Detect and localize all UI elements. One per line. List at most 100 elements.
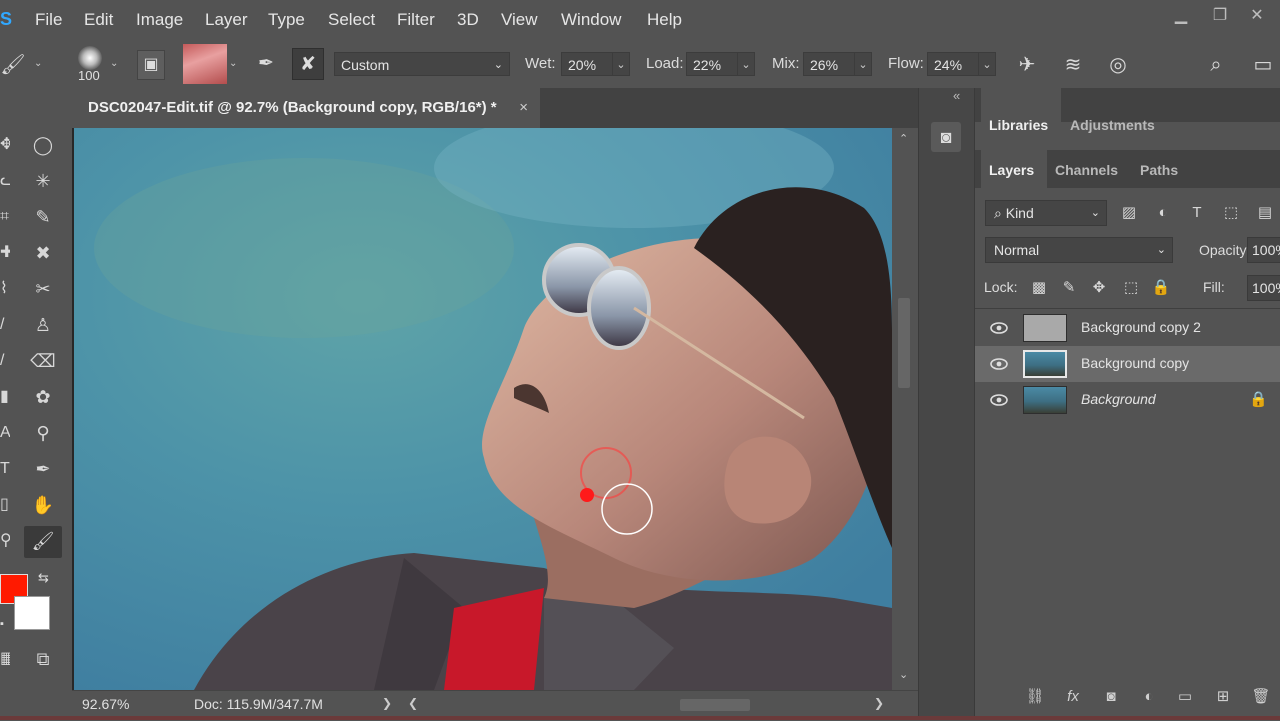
menu-image[interactable]: Image xyxy=(136,10,183,30)
scroll-left-icon[interactable]: ❮ xyxy=(408,696,418,710)
menu-edit[interactable]: Edit xyxy=(84,10,113,30)
pencil-tool-icon[interactable]: / xyxy=(0,310,10,340)
filter-smart-object-icon[interactable]: ▤ xyxy=(1255,203,1275,223)
tab-libraries[interactable]: Libraries xyxy=(989,117,1048,133)
wet-input[interactable]: 20% xyxy=(561,52,613,76)
blur-tool-icon[interactable]: ✿ xyxy=(28,382,58,412)
background-color-swatch[interactable] xyxy=(14,596,50,630)
horizontal-scroll-thumb[interactable] xyxy=(680,699,750,711)
new-layer-icon[interactable]: ⊞ xyxy=(1211,686,1235,708)
load-brush-icon[interactable]: ✒ xyxy=(250,48,282,80)
menu-help[interactable]: Help xyxy=(647,10,682,30)
status-menu-arrow-icon[interactable]: ❯ xyxy=(382,696,392,710)
layer-row-background-copy-2[interactable]: Background copy 2 xyxy=(975,310,1280,346)
mix-chevron-icon[interactable]: ⌄ xyxy=(854,52,872,76)
hand-tool-icon[interactable]: ✋ xyxy=(28,490,58,520)
close-document-icon[interactable]: × xyxy=(519,88,528,128)
bandaid-icon[interactable]: ✖ xyxy=(28,238,58,268)
crop-tool-icon[interactable]: ⌗ xyxy=(0,202,10,232)
reservoir-color-swatch[interactable] xyxy=(183,44,227,84)
gradient-tool-icon[interactable]: ▮ xyxy=(0,382,10,412)
pressure-icon[interactable]: ◎ xyxy=(1105,52,1131,78)
dodge-tool-icon[interactable]: A xyxy=(0,418,10,448)
scroll-up-icon[interactable]: ⌃ xyxy=(899,132,908,145)
clone-stamp-icon[interactable]: ♙ xyxy=(28,310,58,340)
load-chevron-icon[interactable]: ⌄ xyxy=(737,52,755,76)
blend-preset-select[interactable]: Custom ⌄ xyxy=(334,52,510,76)
vertical-scroll-thumb[interactable] xyxy=(898,298,910,388)
menu-view[interactable]: View xyxy=(501,10,538,30)
tool-preset-chevron-icon[interactable]: ⌄ xyxy=(34,58,42,69)
type-tool-icon[interactable]: T xyxy=(0,454,10,484)
document-size-info[interactable]: Doc: 115.9M/347.7M xyxy=(194,696,323,712)
flow-chevron-icon[interactable]: ⌄ xyxy=(978,52,996,76)
brush-picker-chevron-icon[interactable]: ⌄ xyxy=(110,58,118,69)
layer-thumbnail[interactable] xyxy=(1023,350,1067,378)
delete-layer-icon[interactable]: 🗑 xyxy=(1249,686,1273,708)
sample-all-layers-icon[interactable]: ≋ xyxy=(1060,52,1086,78)
visibility-eye-icon[interactable] xyxy=(989,318,1009,338)
menu-type[interactable]: Type xyxy=(268,10,305,30)
mixer-brush-active-icon[interactable]: 🖌 xyxy=(28,526,58,556)
photoshop-logo[interactable]: S xyxy=(0,9,12,30)
layer-name[interactable]: Background xyxy=(1081,391,1156,407)
adjustment-layer-icon[interactable]: ◐ xyxy=(1137,686,1161,708)
new-group-icon[interactable]: ▭ xyxy=(1173,686,1197,708)
tab-adjustments[interactable]: Adjustments xyxy=(1070,117,1155,133)
workspace-icon[interactable]: ▭ xyxy=(1250,52,1276,78)
tab-channels[interactable]: Channels xyxy=(1055,162,1118,178)
layer-thumbnail[interactable] xyxy=(1023,314,1067,342)
zoom-dodge-icon[interactable]: ⚲ xyxy=(28,418,58,448)
vertical-scrollbar[interactable]: ⌃ ⌄ xyxy=(892,128,918,690)
restore-icon[interactable]: ❐ xyxy=(1209,5,1231,24)
tab-paths[interactable]: Paths xyxy=(1140,162,1178,178)
instagram-icon[interactable]: ◙ xyxy=(931,122,961,152)
close-window-icon[interactable]: ✕ xyxy=(1246,5,1268,24)
lock-transparent-icon[interactable]: ▩ xyxy=(1029,278,1049,298)
eraser-icon[interactable]: ⌫ xyxy=(28,346,58,376)
flow-input[interactable]: 24% xyxy=(927,52,979,76)
load-input[interactable]: 22% xyxy=(686,52,738,76)
layer-style-fx-icon[interactable]: fx xyxy=(1061,686,1085,708)
move-tool-icon[interactable]: ✥ xyxy=(0,130,10,160)
lock-artboard-icon[interactable]: ⬚ xyxy=(1121,278,1141,298)
search-icon[interactable]: ⌕ xyxy=(1203,52,1229,78)
scroll-down-icon[interactable]: ⌄ xyxy=(899,668,908,681)
menu-filter[interactable]: Filter xyxy=(397,10,435,30)
eyedropper-icon[interactable]: ✎ xyxy=(28,202,58,232)
swatch-chevron-icon[interactable]: ⌄ xyxy=(229,58,237,69)
lock-all-icon[interactable]: 🔒 xyxy=(1151,278,1171,298)
filter-type-icon[interactable]: T xyxy=(1187,203,1207,223)
filter-pixel-icon[interactable]: ▨ xyxy=(1119,203,1139,223)
swap-colors-icon[interactable]: ⇆ xyxy=(38,570,49,586)
document-tab[interactable]: DSC02047-Edit.tif @ 92.7% (Background co… xyxy=(72,88,540,128)
wet-chevron-icon[interactable]: ⌄ xyxy=(612,52,630,76)
brush-panel-toggle-icon[interactable]: ▣ xyxy=(137,50,165,80)
menu-3d[interactable]: 3D xyxy=(457,10,479,30)
scroll-right-icon[interactable]: ❯ xyxy=(874,696,884,710)
mix-input[interactable]: 26% xyxy=(803,52,855,76)
layer-name[interactable]: Background copy xyxy=(1081,355,1189,371)
canvas-area[interactable] xyxy=(72,128,918,690)
zoom-tool-icon[interactable]: ⚲ xyxy=(0,526,10,556)
brush-tool-icon[interactable]: ⌇ xyxy=(0,274,10,304)
airbrush-icon[interactable]: ✈ xyxy=(1014,52,1040,78)
layer-row-background[interactable]: Background 🔒 xyxy=(975,382,1280,418)
menu-select[interactable]: Select xyxy=(328,10,375,30)
shape-tool-icon[interactable]: ▯ xyxy=(0,490,10,520)
lock-position-icon[interactable]: ✥ xyxy=(1089,278,1109,298)
tab-layers[interactable]: Layers xyxy=(989,162,1034,178)
lasso-tool-icon[interactable]: ᓚ xyxy=(0,166,10,196)
quick-mask-icon[interactable]: ▦ xyxy=(0,644,10,674)
default-colors-icon[interactable]: ▪ xyxy=(0,618,4,630)
patch-tool-icon[interactable]: ✂ xyxy=(28,274,58,304)
pen-tool-icon[interactable]: ✒ xyxy=(28,454,58,484)
brush-preview-icon[interactable] xyxy=(78,46,102,70)
layer-row-background-copy[interactable]: Background copy xyxy=(975,346,1280,382)
collapse-dock-icon[interactable]: « xyxy=(953,88,960,103)
history-brush-icon[interactable]: / xyxy=(0,346,10,376)
elliptical-marquee-icon[interactable]: ◯ xyxy=(28,130,58,160)
visibility-eye-icon[interactable] xyxy=(989,354,1009,374)
clean-brush-icon[interactable]: ✘ xyxy=(292,48,324,80)
layer-name[interactable]: Background copy 2 xyxy=(1081,319,1201,335)
